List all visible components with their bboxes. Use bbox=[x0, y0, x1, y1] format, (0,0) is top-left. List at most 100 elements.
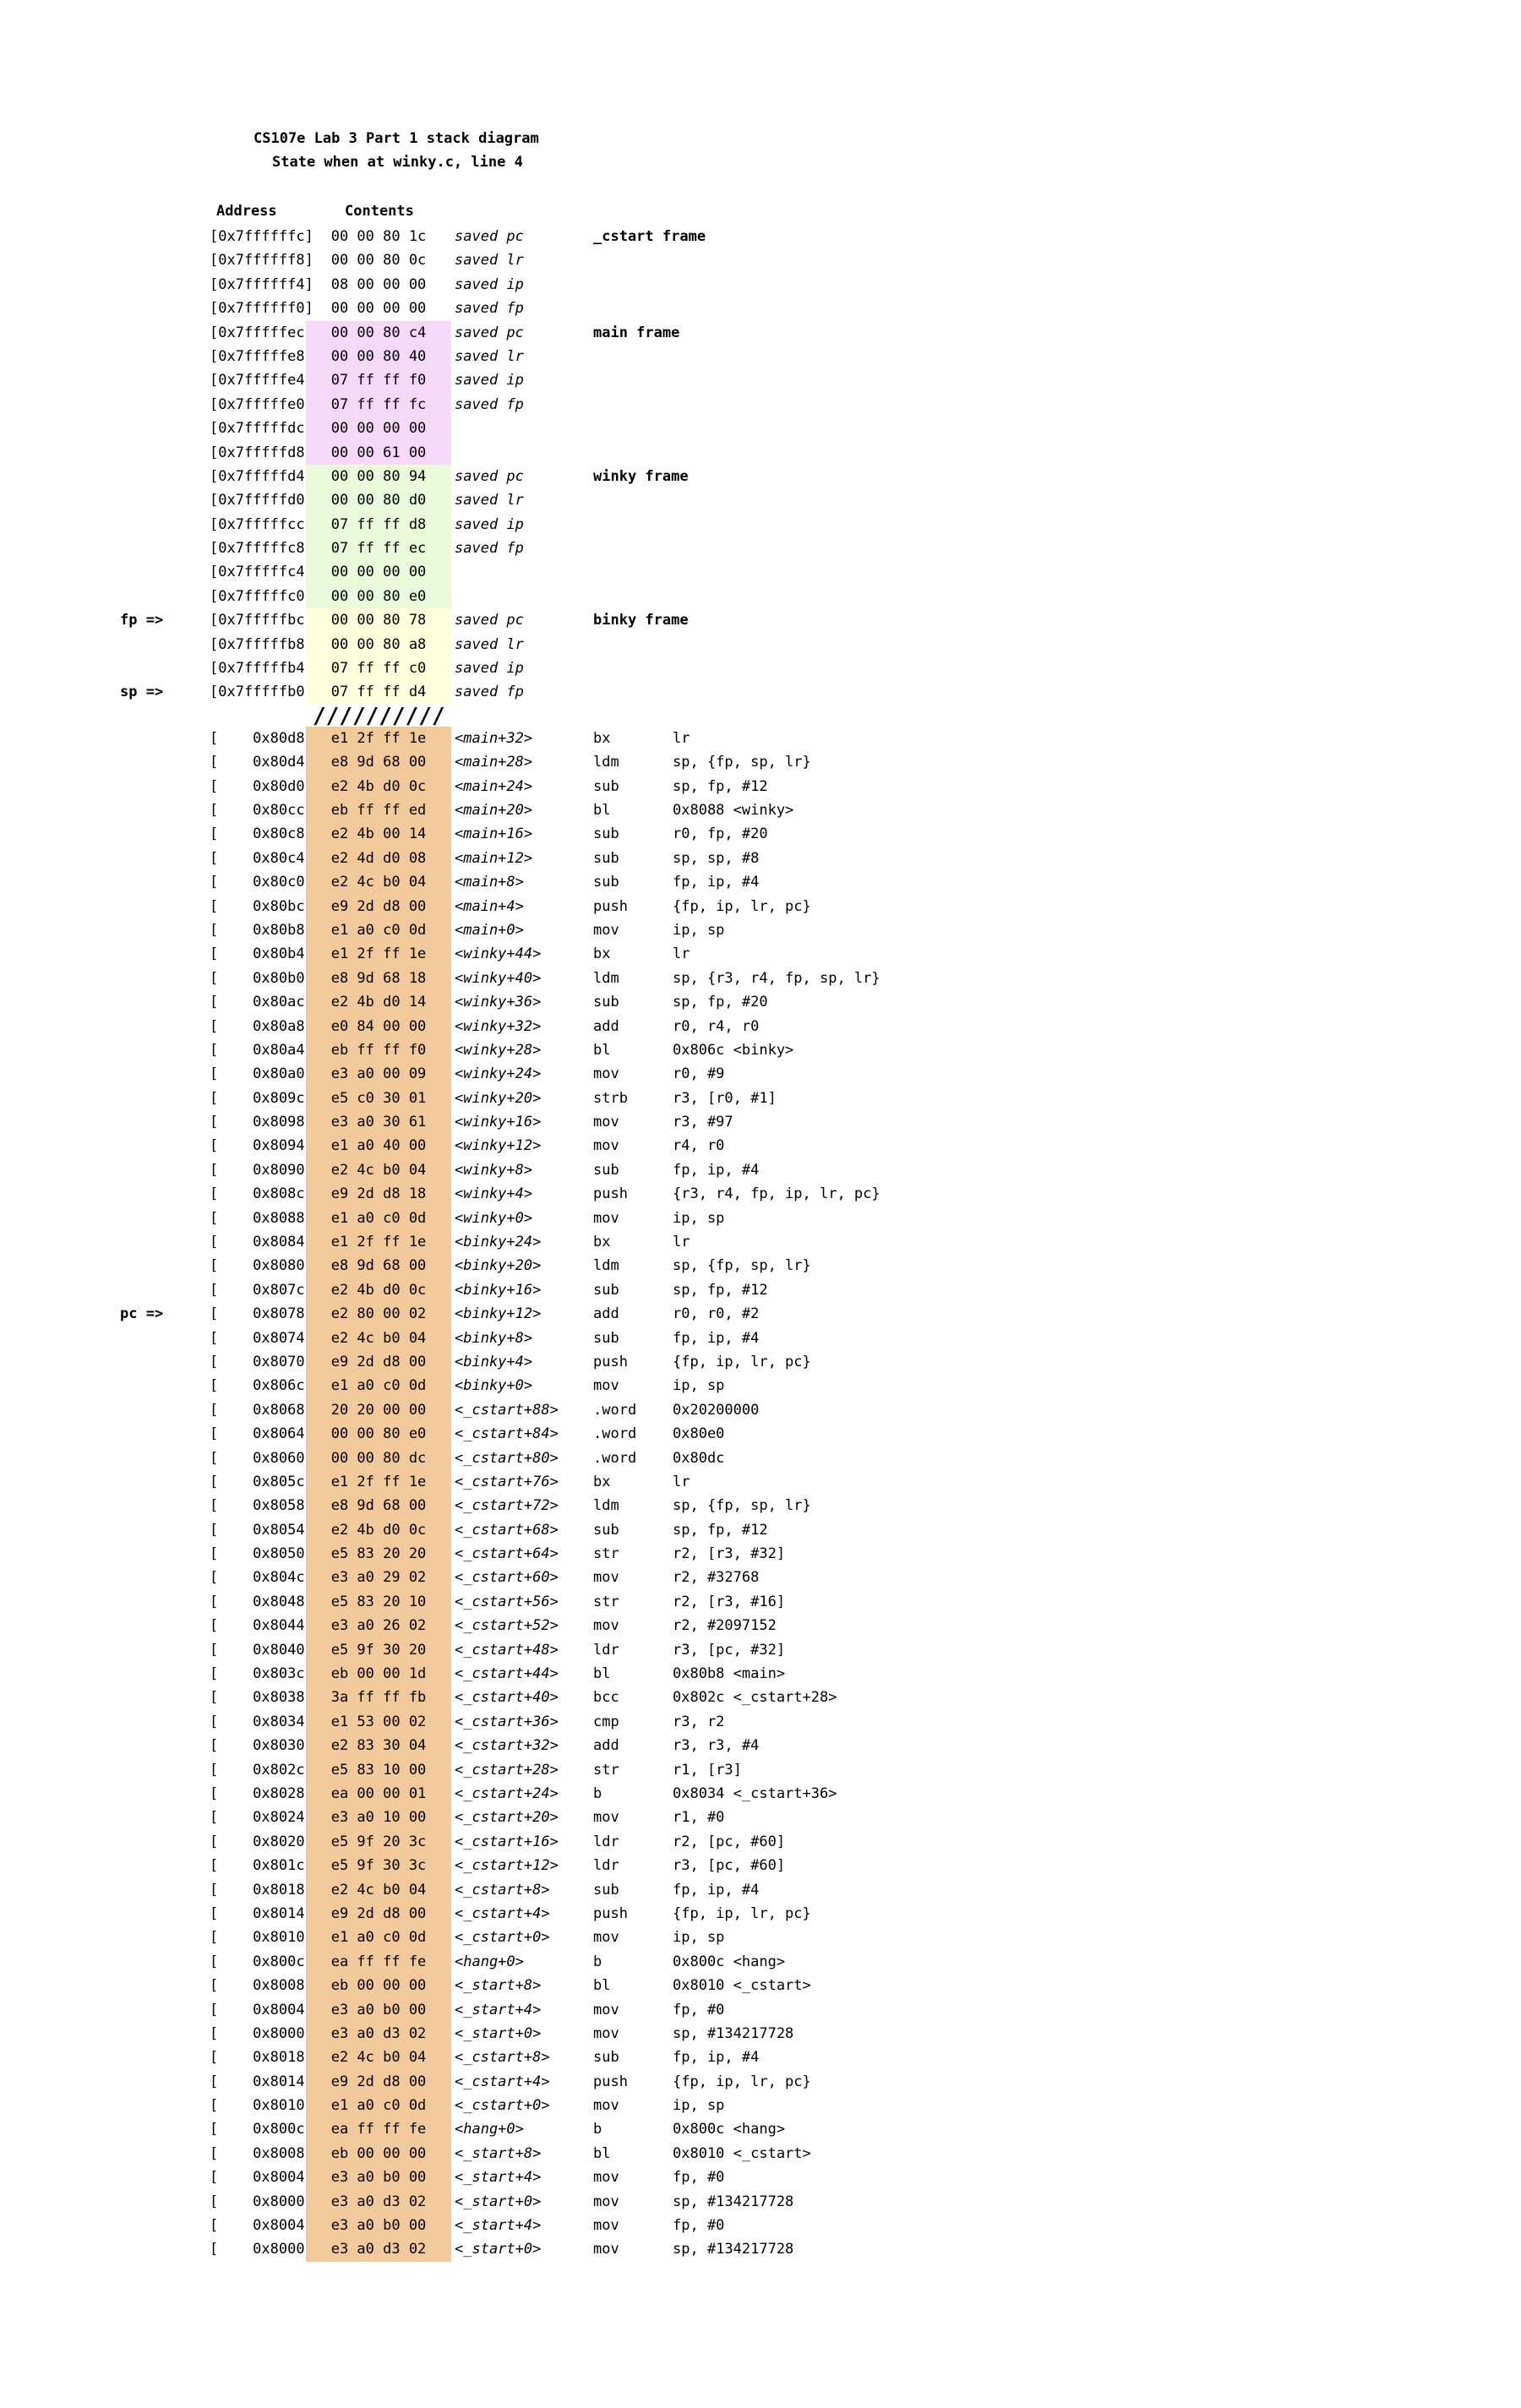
slot-annotation: saved fp bbox=[455, 300, 524, 318]
memory-address: [0x7fffffc8] bbox=[210, 540, 313, 558]
code-row: [ 0x8014] e9 2d d8 00 <_cstart+4> push {fp, … bbox=[0, 1901, 1521, 1926]
memory-contents: ea 00 00 01 bbox=[306, 1782, 451, 1806]
register-pointer: sp => bbox=[120, 684, 164, 701]
memory-address: [0x7ffffff4] bbox=[210, 275, 313, 293]
memory-address: [ 0x801c] bbox=[210, 1857, 313, 1875]
code-row: [ 0x8020] e5 9f 20 3c <_cstart+16> ldr r2, [… bbox=[0, 1829, 1521, 1855]
memory-address: [ 0x80c8] bbox=[210, 825, 313, 843]
memory-contents: e2 4c b0 04 bbox=[306, 1877, 451, 1902]
symbol-offset: <main+24> bbox=[455, 777, 533, 795]
instruction-mnemonic: bl bbox=[593, 1665, 611, 1683]
symbol-offset: <_start+8> bbox=[455, 1977, 542, 1995]
memory-address: [ 0x8010] bbox=[210, 1929, 313, 1947]
memory-contents: e1 a0 40 00 bbox=[306, 1134, 451, 1158]
memory-address: [ 0x8048] bbox=[210, 1593, 313, 1610]
symbol-offset: <binky+4> bbox=[455, 1353, 533, 1370]
memory-address: [ 0x80a8] bbox=[210, 1017, 313, 1035]
memory-contents: 00 00 80 1c bbox=[330, 228, 427, 245]
memory-address: [0x7fffffd0] bbox=[210, 492, 313, 509]
memory-contents: e5 83 10 00 bbox=[306, 1757, 451, 1783]
memory-contents: e9 2d d8 00 bbox=[306, 2069, 451, 2095]
memory-address: [ 0x8010] bbox=[210, 2097, 313, 2115]
memory-contents: 07 ff ff d4 bbox=[306, 680, 451, 705]
instruction-operands: lr bbox=[673, 945, 690, 963]
code-row: [ 0x8018] e2 4c b0 04 <_cstart+8> sub fp, ip… bbox=[0, 2046, 1521, 2070]
instruction-operands: fp, #0 bbox=[673, 2217, 725, 2235]
symbol-offset: <main+28> bbox=[455, 754, 533, 771]
memory-contents: e5 83 20 10 bbox=[306, 1589, 451, 1615]
memory-address: [ 0x8080] bbox=[210, 1257, 313, 1275]
memory-contents: e1 a0 c0 0d bbox=[306, 1926, 451, 1950]
instruction-mnemonic: bl bbox=[593, 1041, 611, 1059]
memory-address: [ 0x8050] bbox=[210, 1545, 313, 1563]
code-row: [ 0x8054] e2 4b d0 0c <_cstart+68> sub sp, f… bbox=[0, 1517, 1521, 1543]
slot-annotation: saved lr bbox=[455, 347, 524, 365]
instruction-mnemonic: bx bbox=[593, 1234, 611, 1251]
memory-contents: e5 9f 30 20 bbox=[306, 1637, 451, 1663]
instruction-operands: r3, [pc, #60] bbox=[673, 1857, 786, 1875]
instruction-mnemonic: bx bbox=[593, 945, 611, 963]
memory-address: [ 0x8018] bbox=[210, 1881, 313, 1899]
symbol-offset: <winky+44> bbox=[455, 945, 542, 963]
memory-address: [0x7fffffbc] bbox=[210, 612, 313, 629]
diagram-title: CS107e Lab 3 Part 1 stack diagram bbox=[254, 130, 539, 147]
memory-address: [0x7fffffc0] bbox=[210, 587, 313, 605]
instruction-operands: lr bbox=[673, 1473, 690, 1490]
memory-address: [ 0x80cc] bbox=[210, 801, 313, 819]
stack-row: [0x7ffffffc] 00 00 80 1c saved pc _cstart f… bbox=[0, 225, 1521, 248]
code-row: [ 0x8094] e1 a0 40 00 <winky+12> mov r4, r0 bbox=[0, 1134, 1521, 1158]
code-row: [ 0x805c] e1 2f ff 1e <_cstart+76> bx lr bbox=[0, 1469, 1521, 1495]
memory-address: [ 0x8090] bbox=[210, 1161, 313, 1179]
memory-address: [ 0x8018] bbox=[210, 2049, 313, 2067]
memory-contents: ea ff ff fe bbox=[306, 2117, 451, 2142]
slot-annotation: saved ip bbox=[455, 275, 524, 293]
code-row: [ 0x80bc] e9 2d d8 00 <main+4> push {fp, ip,… bbox=[0, 894, 1521, 918]
memory-contents: 00 00 80 d0 bbox=[306, 488, 451, 513]
memory-contents: e2 4c b0 04 bbox=[306, 1158, 451, 1183]
memory-contents: e3 a0 d3 02 bbox=[306, 2189, 451, 2215]
code-row: [ 0x8018] e2 4c b0 04 <_cstart+8> sub fp, ip… bbox=[0, 1877, 1521, 1902]
slot-annotation: saved lr bbox=[455, 492, 524, 509]
memory-address: [ 0x8068] bbox=[210, 1401, 313, 1419]
memory-address: [ 0x8054] bbox=[210, 1521, 313, 1539]
instruction-operands: ip, sp bbox=[673, 1209, 725, 1227]
code-row: [ 0x80b4] e1 2f ff 1e <winky+44> bx lr bbox=[0, 942, 1521, 967]
symbol-offset: <_cstart+8> bbox=[455, 2049, 550, 2067]
memory-contents: 00 00 00 00 bbox=[330, 300, 427, 318]
slot-annotation: saved ip bbox=[455, 660, 524, 678]
symbol-offset: <_cstart+56> bbox=[455, 1593, 559, 1610]
memory-address: [ 0x804c] bbox=[210, 1569, 313, 1587]
symbol-offset: <_cstart+48> bbox=[455, 1641, 559, 1659]
memory-address: [ 0x8088] bbox=[210, 1209, 313, 1227]
instruction-mnemonic: bcc bbox=[593, 1689, 619, 1707]
memory-contents: e8 9d 68 00 bbox=[306, 1254, 451, 1278]
memory-contents: e2 4b d0 14 bbox=[306, 990, 451, 1015]
memory-address: [ 0x803c] bbox=[210, 1665, 313, 1683]
memory-address: [0x7fffffb4] bbox=[210, 660, 313, 678]
instruction-operands: sp, {fp, sp, lr} bbox=[673, 754, 811, 771]
memory-address: [0x7fffffe4] bbox=[210, 372, 313, 390]
code-row: [ 0x8010] e1 a0 c0 0d <_cstart+0> mov ip, sp bbox=[0, 1926, 1521, 1950]
instruction-operands: r0, r4, r0 bbox=[673, 1017, 760, 1035]
instruction-operands: fp, ip, #4 bbox=[673, 2049, 760, 2067]
code-row: [ 0x8070] e9 2d d8 00 <binky+4> push {fp, ip… bbox=[0, 1349, 1521, 1375]
memory-address: [ 0x8028] bbox=[210, 1785, 313, 1802]
code-row: [ 0x803c] eb 00 00 1d <_cstart+44> bl 0x80b8… bbox=[0, 1662, 1521, 1686]
instruction-operands: fp, ip, #4 bbox=[673, 1161, 760, 1179]
memory-contents: ea ff ff fe bbox=[306, 1949, 451, 1975]
symbol-offset: <winky+4> bbox=[455, 1185, 533, 1203]
instruction-operands: sp, {fp, sp, lr} bbox=[673, 1257, 811, 1275]
memory-address: [0x7fffffe8] bbox=[210, 347, 313, 365]
code-row: [ 0x801c] e5 9f 30 3c <_cstart+12> ldr r3, [… bbox=[0, 1854, 1521, 1878]
memory-contents: 3a ff ff fb bbox=[306, 1686, 451, 1710]
code-row: [ 0x80a4] eb ff ff f0 <winky+28> bl 0x806c <… bbox=[0, 1038, 1521, 1063]
memory-contents: 00 00 80 e0 bbox=[306, 584, 451, 609]
memory-address: [0x7fffffec] bbox=[210, 324, 313, 341]
instruction-operands: fp, ip, #4 bbox=[673, 1881, 760, 1899]
memory-address: [ 0x806c] bbox=[210, 1377, 313, 1395]
memory-address: [0x7fffffcc] bbox=[210, 515, 313, 533]
memory-address: [0x7ffffff8] bbox=[210, 252, 313, 270]
instruction-operands: r4, r0 bbox=[673, 1137, 725, 1155]
instruction-mnemonic: mov bbox=[593, 921, 619, 939]
symbol-offset: <main+12> bbox=[455, 849, 533, 867]
